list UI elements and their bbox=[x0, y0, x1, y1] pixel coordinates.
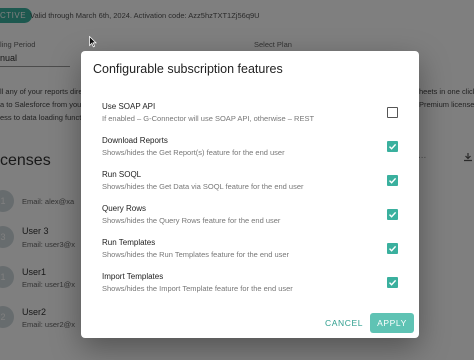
feature-use-soap-api: Use SOAP API If enabled – G-Connector wi… bbox=[102, 102, 402, 130]
check-icon bbox=[389, 143, 397, 150]
feature-description: Shows/hides the Import Template feature … bbox=[102, 284, 293, 293]
feature-description: Shows/hides the Query Rows feature for t… bbox=[102, 216, 281, 225]
feature-query-rows: Query Rows Shows/hides the Query Rows fe… bbox=[102, 204, 402, 232]
query-rows-checkbox[interactable] bbox=[387, 209, 398, 220]
feature-description: Shows/hides the Run Templates feature fo… bbox=[102, 250, 290, 259]
feature-import-templates: Import Templates Shows/hides the Import … bbox=[102, 272, 402, 300]
feature-title: Use SOAP API bbox=[102, 102, 156, 111]
feature-run-soql: Run SOQL Shows/hides the Get Data via SO… bbox=[102, 170, 402, 198]
download-reports-checkbox[interactable] bbox=[387, 141, 398, 152]
check-icon bbox=[389, 211, 397, 218]
mouse-cursor-icon bbox=[89, 36, 97, 48]
run-soql-checkbox[interactable] bbox=[387, 175, 398, 186]
import-templates-checkbox[interactable] bbox=[387, 277, 398, 288]
feature-description: Shows/hides the Get Report(s) feature fo… bbox=[102, 148, 285, 157]
check-icon bbox=[389, 177, 397, 184]
feature-download-reports: Download Reports Shows/hides the Get Rep… bbox=[102, 136, 402, 164]
feature-title: Query Rows bbox=[102, 204, 147, 213]
check-icon bbox=[389, 245, 397, 252]
feature-description: Shows/hides the Get Data via SOQL featur… bbox=[102, 182, 304, 191]
apply-button[interactable]: APPLY bbox=[370, 313, 414, 333]
use-soap-api-checkbox[interactable] bbox=[387, 107, 398, 118]
feature-run-templates: Run Templates Shows/hides the Run Templa… bbox=[102, 238, 402, 266]
feature-description: If enabled – G-Connector will use SOAP A… bbox=[102, 114, 315, 123]
subscription-features-dialog: Configurable subscription features Use S… bbox=[81, 51, 419, 338]
feature-title: Import Templates bbox=[102, 272, 164, 281]
feature-title: Download Reports bbox=[102, 136, 168, 145]
check-icon bbox=[389, 279, 397, 286]
feature-title: Run Templates bbox=[102, 238, 156, 247]
run-templates-checkbox[interactable] bbox=[387, 243, 398, 254]
dialog-title: Configurable subscription features bbox=[93, 62, 283, 76]
feature-title: Run SOQL bbox=[102, 170, 142, 179]
cancel-button[interactable]: CANCEL bbox=[321, 313, 367, 333]
